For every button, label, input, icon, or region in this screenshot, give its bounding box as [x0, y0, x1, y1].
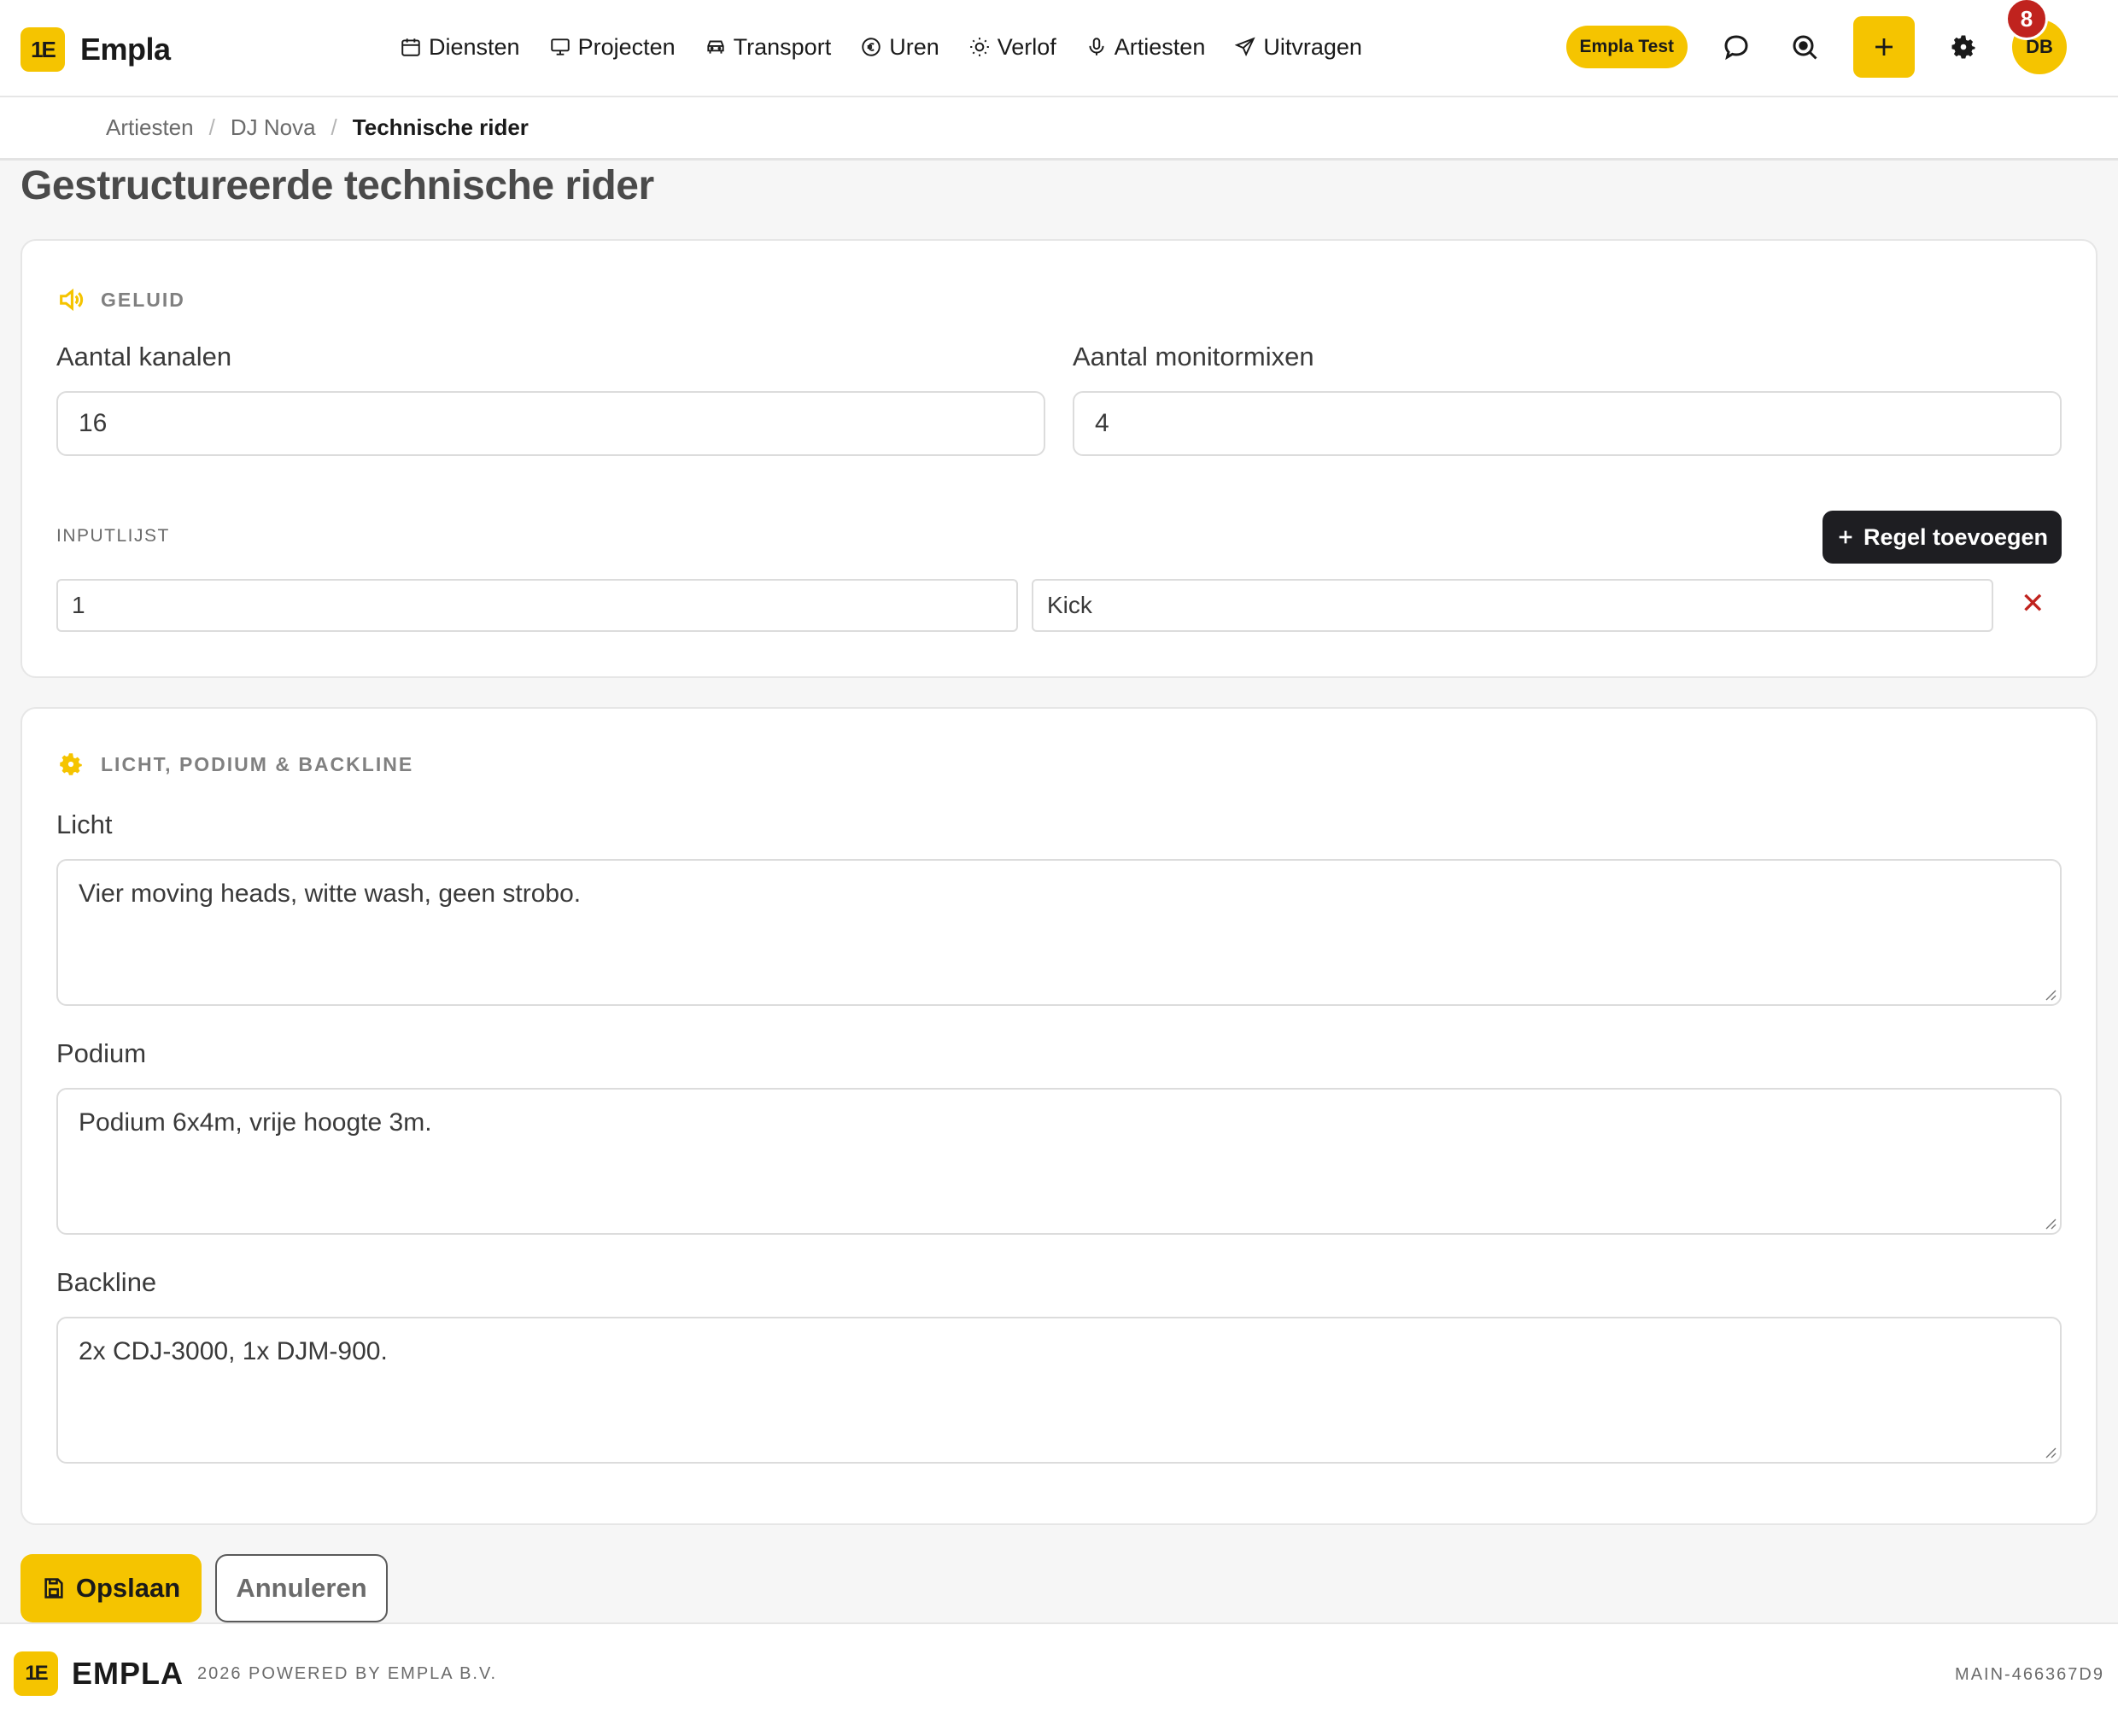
save-button[interactable]: Opslaan — [20, 1554, 202, 1622]
search-icon — [1793, 35, 1817, 60]
send-icon — [1235, 37, 1256, 57]
chat-bubble-icon — [1724, 35, 1748, 61]
remove-row-button[interactable]: ✕ — [2021, 589, 2045, 618]
breadcrumb-separator: / — [331, 114, 337, 140]
breadcrumb-separator: / — [208, 114, 215, 140]
speaker-icon — [60, 288, 84, 312]
resize-handle-icon[interactable] — [2043, 1445, 2057, 1458]
inputlist-name-input[interactable]: Kick — [1032, 579, 1993, 632]
light-label: Licht — [56, 810, 113, 839]
footer-brand: 1E EMPLA 2026 POWERED BY EMPLA B.V. — [14, 1651, 497, 1696]
sound-section-card: GELUID Aantal kanalen 16 Aantal monitorm… — [20, 239, 2098, 678]
monitor-mixes-value: 4 — [1095, 409, 1109, 437]
section-title: GELUID — [101, 288, 185, 311]
footer: 1E EMPLA 2026 POWERED BY EMPLA B.V. MAIN… — [0, 1622, 2118, 1736]
breadcrumb-item-artist[interactable]: DJ Nova — [231, 114, 316, 141]
backline-textarea[interactable]: 2x CDJ-3000, 1x DJM-900. — [56, 1317, 2062, 1464]
build-version: MAIN-466367D9 — [1955, 1665, 2104, 1684]
light-textarea[interactable]: Vier moving heads, witte wash, geen stro… — [56, 859, 2062, 1006]
nav-item-label: Verlof — [997, 33, 1056, 60]
monitor-icon — [550, 38, 570, 56]
backline-value: 2x CDJ-3000, 1x DJM-900. — [79, 1337, 388, 1365]
nav-item-uitvragen[interactable]: Uitvragen — [1234, 34, 1362, 61]
chat-button[interactable] — [1717, 27, 1756, 67]
microphone-icon — [1089, 38, 1104, 56]
nav-item-transport[interactable]: Transport — [705, 33, 832, 61]
settings-button[interactable] — [1944, 27, 1983, 67]
app-logo: 1E — [20, 27, 65, 72]
resize-handle-icon[interactable] — [2043, 987, 2057, 1001]
nav-item-artiesten[interactable]: Artiesten — [1085, 33, 1206, 61]
quick-add-button[interactable] — [1853, 16, 1915, 78]
sound-section-header: GELUID — [56, 285, 185, 314]
resize-handle-icon[interactable] — [2043, 1216, 2057, 1230]
nav-item-label: Projecten — [577, 33, 676, 60]
channels-input[interactable]: 16 — [56, 391, 1045, 456]
inputlist-channel-input[interactable]: 1 — [56, 579, 1018, 632]
footer-logo: 1E — [14, 1651, 58, 1696]
channels-label: Aantal kanalen — [56, 342, 232, 371]
tenant-switcher[interactable]: Empla Test — [1565, 26, 1688, 68]
nav-item-label: Diensten — [429, 33, 520, 60]
nav-item-uren[interactable]: Uren — [860, 34, 939, 61]
plus-icon — [1839, 530, 1852, 544]
user-avatar[interactable]: DB 8 — [2005, 0, 2067, 74]
monitor-mixes-label: Aantal monitormixen — [1073, 342, 1314, 371]
nav-item-label: Uren — [889, 33, 939, 60]
nav-item-label: Transport — [733, 33, 832, 60]
sun-icon — [969, 38, 989, 56]
inputlist-name-value: Kick — [1047, 592, 1092, 618]
search-button[interactable] — [1785, 27, 1824, 67]
gear-icon — [60, 753, 82, 775]
save-label: Opslaan — [75, 1573, 181, 1603]
podium-label: Podium — [56, 1038, 147, 1068]
backline-label: Backline — [56, 1267, 157, 1297]
breadcrumb: Artiesten / DJ Nova / Technische rider — [0, 97, 2118, 161]
top-navigation: 1E Empla Diensten Projecten Transport Ur… — [0, 0, 2118, 97]
nav-item-label: Uitvragen — [1263, 33, 1362, 60]
nav-item-diensten[interactable]: Diensten — [400, 34, 520, 61]
calendar-icon — [401, 38, 420, 56]
cancel-button[interactable]: Annuleren — [215, 1554, 388, 1622]
euro-icon — [862, 38, 881, 56]
breadcrumb-item-artiesten[interactable]: Artiesten — [106, 114, 194, 141]
podium-value: Podium 6x4m, vrije hoogte 3m. — [79, 1108, 432, 1137]
plus-icon — [1875, 38, 1893, 56]
section-title: LICHT, PODIUM & BACKLINE — [101, 752, 414, 775]
main-menu: Diensten Projecten Transport Uren Verlof… — [400, 0, 1362, 94]
add-row-button[interactable]: Regel toevoegen — [1823, 511, 2062, 564]
breadcrumb-item-current: Technische rider — [352, 114, 529, 140]
channels-value: 16 — [79, 409, 108, 437]
nav-item-projecten[interactable]: Projecten — [549, 34, 676, 61]
floppy-disk-icon — [44, 1578, 63, 1599]
footer-powered-by: 2026 POWERED BY EMPLA B.V. — [197, 1663, 498, 1683]
inputlist-heading: INPUTLIJST — [56, 526, 170, 546]
stage-section-header: LICHT, PODIUM & BACKLINE — [56, 750, 413, 779]
nav-item-verlof[interactable]: Verlof — [968, 34, 1056, 61]
car-icon — [707, 40, 724, 54]
header-tools: Empla Test DB 8 — [1565, 0, 2067, 94]
light-value: Vier moving heads, witte wash, geen stro… — [79, 880, 582, 908]
brand-home-link[interactable]: 1E Empla — [20, 27, 171, 72]
monitor-mixes-input[interactable]: 4 — [1073, 391, 2062, 456]
nav-item-label: Artiesten — [1114, 33, 1206, 60]
notification-badge[interactable]: 8 — [2005, 0, 2048, 40]
app-name: Empla — [80, 32, 171, 67]
gear-icon — [1951, 35, 1975, 59]
inputlist-channel-value: 1 — [72, 592, 85, 618]
podium-textarea[interactable]: Podium 6x4m, vrije hoogte 3m. — [56, 1088, 2062, 1235]
add-row-label: Regel toevoegen — [1863, 523, 2049, 550]
footer-brand-name: EMPLA — [72, 1656, 184, 1691]
cancel-label: Annuleren — [236, 1573, 367, 1603]
stage-section-card: LICHT, PODIUM & BACKLINE Licht Vier movi… — [20, 707, 2098, 1525]
page-title: Gestructureerde technische rider — [20, 163, 654, 208]
